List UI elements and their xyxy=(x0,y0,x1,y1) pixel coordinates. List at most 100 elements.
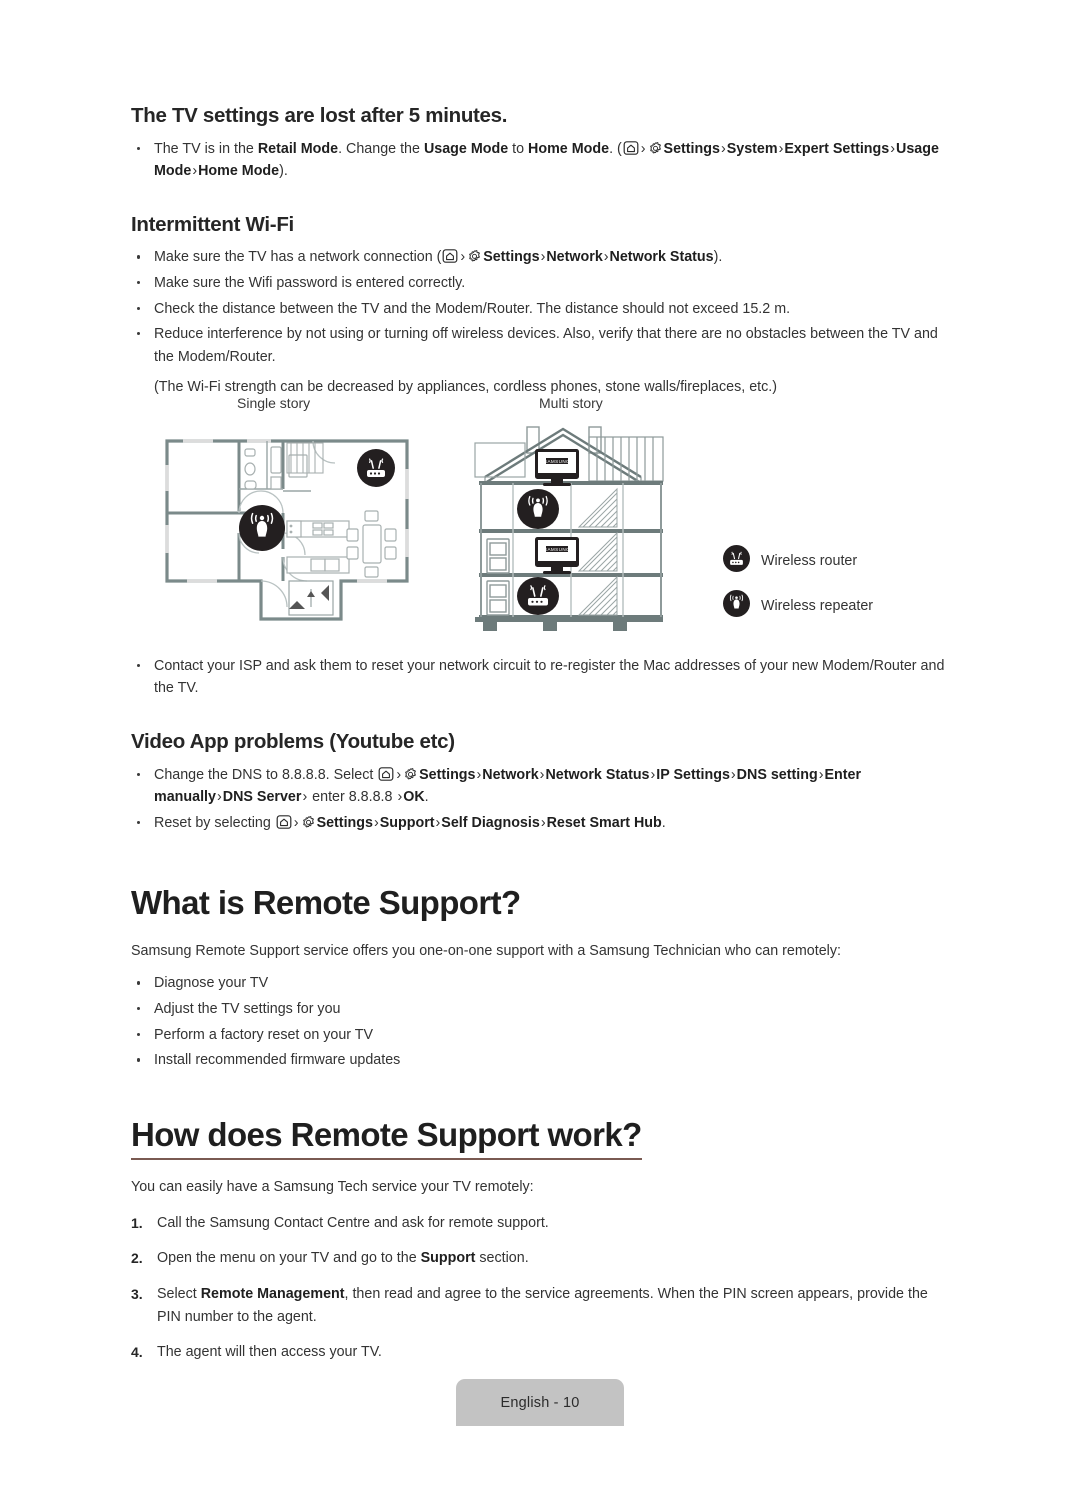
heading-tv-settings-lost: The TV settings are lost after 5 minutes… xyxy=(131,104,508,127)
chevron-separator: › xyxy=(373,814,379,831)
step-number: 4. xyxy=(131,1344,143,1361)
legend-label: Wireless repeater xyxy=(761,597,874,614)
text-fragment: ). xyxy=(713,249,723,266)
chevron-separator: › xyxy=(720,140,726,157)
label-single-story: Single story xyxy=(237,394,311,411)
bold-ip-settings: IP Settings xyxy=(656,766,730,783)
bold-dns-server: DNS Server xyxy=(222,789,302,806)
text-fragment: . Change the xyxy=(338,140,424,157)
text-fragment: ). xyxy=(279,163,288,180)
bold-retail-mode: Retail Mode xyxy=(257,140,339,157)
bold-usage-mode: Usage Mode xyxy=(423,140,509,157)
wireless-repeater-icon xyxy=(239,504,285,551)
text-fragment: Change the DNS to 8.8.8.8. Select xyxy=(154,766,378,783)
wireless-router-icon xyxy=(517,576,559,615)
list-item: Install recommended firmware updates xyxy=(131,1049,949,1072)
list-item: 1. Call the Samsung Contact Centre and as… xyxy=(131,1212,949,1235)
list-item: Perform a factory reset on your TV xyxy=(131,1024,949,1047)
step-number: 3. xyxy=(131,1285,143,1302)
text-fragment: . ( xyxy=(609,140,622,157)
svg-text:SAMSUNG: SAMSUNG xyxy=(544,459,570,464)
wifi-coverage-diagrams: Single story Multi story SAMSUNG SAMSUNG… xyxy=(131,395,949,641)
text-fragment: to xyxy=(508,140,529,157)
wireless-router-icon xyxy=(357,448,395,487)
bold-support: Support xyxy=(420,1250,476,1267)
list-intermittent-wifi: Make sure the TV has a network connectio… xyxy=(131,246,949,368)
chevron-separator: › xyxy=(293,814,299,831)
bold-network: Network xyxy=(546,249,603,266)
home-icon xyxy=(378,766,394,782)
lead-what-is-remote-support: Samsung Remote Support service offers yo… xyxy=(131,943,841,960)
chevron-separator: › xyxy=(396,766,402,783)
list-item: Reset by selecting › Settings›Support›Sel… xyxy=(131,812,949,835)
step-text: Select xyxy=(157,1285,201,1302)
gear-icon xyxy=(403,767,418,782)
gear-icon xyxy=(467,249,482,264)
bold-network-status: Network Status xyxy=(609,249,714,266)
chevron-separator: › xyxy=(460,249,466,266)
list-item: Diagnose your TV xyxy=(131,972,949,995)
heading-what-is-remote-support: What is Remote Support? xyxy=(131,884,521,922)
home-icon xyxy=(276,814,292,830)
step-text: Open the menu on your TV and go to the xyxy=(157,1250,421,1267)
text-fragment: Reset by selecting xyxy=(154,814,275,831)
multi-story-section-diagram: SAMSUNG SAMSUNG xyxy=(471,419,691,640)
list-item: Change the DNS to 8.8.8.8. Select › Setti… xyxy=(131,764,949,809)
gear-icon xyxy=(301,815,316,830)
list-remote-support-capabilities: Diagnose your TV Adjust the TV settings … xyxy=(131,972,949,1071)
bold-reset-smart-hub: Reset Smart Hub xyxy=(546,814,662,831)
label-multi-story: Multi story xyxy=(539,394,603,411)
chevron-separator: › xyxy=(603,249,609,266)
bold-settings: Settings xyxy=(663,140,720,157)
wireless-repeater-icon xyxy=(517,488,559,529)
chevron-separator: › xyxy=(640,140,646,157)
bold-network: Network xyxy=(482,766,539,783)
legend-label: Wireless router xyxy=(761,552,858,569)
chevron-separator: › xyxy=(540,814,546,831)
bold-self-diagnosis: Self Diagnosis xyxy=(441,814,540,831)
page-footer-tab: English - 10 xyxy=(456,1379,624,1426)
text-fragment: . xyxy=(661,814,666,831)
home-icon xyxy=(623,140,639,156)
list-item: 3. Select Remote Management, then read an… xyxy=(131,1283,949,1328)
step-text: Call the Samsung Contact Centre and ask … xyxy=(157,1214,549,1231)
step-number: 1. xyxy=(131,1214,143,1231)
list-item: The TV is in the Retail Mode. Change the… xyxy=(131,138,949,183)
list-item: Contact your ISP and ask them to reset y… xyxy=(131,655,949,700)
list-item: Make sure the TV has a network connectio… xyxy=(131,246,949,269)
bold-support: Support xyxy=(379,814,435,831)
page-number-label: English - 10 xyxy=(500,1394,580,1411)
bold-remote-management: Remote Management xyxy=(200,1285,345,1302)
bold-settings: Settings xyxy=(316,814,373,831)
samsung-tv-icon: SAMSUNG xyxy=(535,536,579,574)
wireless-router-icon xyxy=(723,544,750,577)
bold-ok: OK xyxy=(403,789,425,806)
list-item: Make sure the Wifi password is entered c… xyxy=(131,272,949,295)
bold-dns-setting: DNS setting xyxy=(736,766,818,783)
bold-network-status: Network Status xyxy=(545,766,650,783)
single-story-floorplan-diagram xyxy=(161,429,413,634)
lead-how-does-remote-support-work: You can easily have a Samsung Tech servi… xyxy=(131,1178,534,1195)
bold-home-mode-2: Home Mode xyxy=(198,163,280,180)
bold-home-mode: Home Mode xyxy=(528,140,610,157)
bold-system: System xyxy=(726,140,778,157)
list-item: Adjust the TV settings for you xyxy=(131,998,949,1021)
document-page: The TV settings are lost after 5 minutes… xyxy=(0,0,1080,1494)
home-icon xyxy=(442,248,458,264)
bold-settings: Settings xyxy=(419,766,476,783)
heading-video-app-problems: Video App problems (Youtube etc) xyxy=(131,729,455,753)
list-item: Check the distance between the TV and th… xyxy=(131,298,949,321)
list-tv-settings-lost: The TV is in the Retail Mode. Change the… xyxy=(131,138,949,183)
list-item: 2. Open the menu on your TV and go to the… xyxy=(131,1247,949,1270)
text-fragment: . xyxy=(424,789,429,806)
text-fragment: Make sure the TV has a network connectio… xyxy=(154,249,442,266)
text-fragment: enter 8.8.8.8 xyxy=(308,789,397,806)
list-remote-support-steps: 1. Call the Samsung Contact Centre and as… xyxy=(131,1212,949,1364)
wireless-repeater-icon xyxy=(723,589,750,622)
heading-intermittent-wifi: Intermittent Wi-Fi xyxy=(131,212,294,236)
bold-settings: Settings xyxy=(483,249,540,266)
step-text: The agent will then access your TV. xyxy=(157,1344,382,1361)
legend-item-wireless-router: Wireless router xyxy=(723,544,873,577)
gear-icon xyxy=(648,141,663,156)
list-isp-contact: Contact your ISP and ask them to reset y… xyxy=(131,655,949,700)
